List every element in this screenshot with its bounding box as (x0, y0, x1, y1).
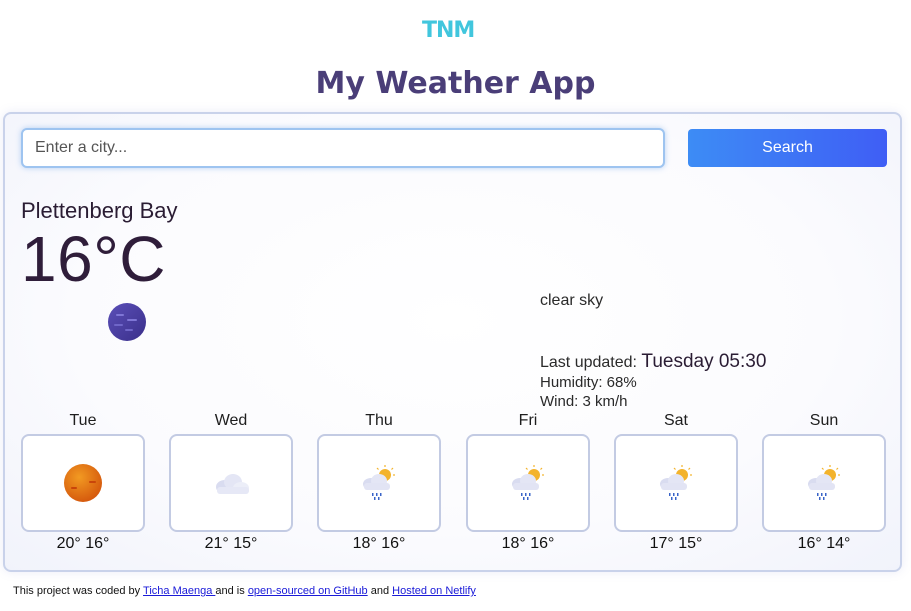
forecast-day-name: Fri (518, 412, 538, 429)
footer-text: and is (215, 585, 248, 597)
logo-text: TNM (422, 18, 475, 43)
forecast-day-name: Sun (809, 412, 839, 429)
forecast-temperatures: 18° 16° (352, 535, 406, 552)
netlify-link[interactable]: Hosted on Netlify (392, 585, 476, 597)
forecast-day-card (614, 434, 738, 532)
moon-night-icon (108, 303, 146, 341)
search-button[interactable]: Search (688, 129, 887, 167)
forecast-day: Thu 18° 16° (317, 412, 441, 558)
current-temperature: 16°C (21, 223, 166, 295)
forecast-day-card (466, 434, 590, 532)
author-link[interactable]: Ticha Maenga (143, 585, 215, 597)
forecast-day-card (21, 434, 145, 532)
weather-description: clear sky (540, 292, 604, 309)
sun-rain-cloud-icon (660, 465, 692, 500)
forecast-day-card (762, 434, 886, 532)
city-name: Plettenberg Bay (21, 198, 178, 223)
forecast-day: Tue 20° 16° (21, 412, 145, 558)
last-updated-value: Tuesday 05:30 (641, 351, 767, 372)
forecast-day-name: Thu (365, 412, 393, 429)
sun-rain-cloud-icon (512, 465, 544, 500)
wind-speed: Wind: 3 km/h (540, 393, 628, 410)
humidity: Humidity: 68% (540, 374, 637, 391)
forecast-day: Fri 18° 16° (466, 412, 590, 558)
forecast-day: Wed 21° 15° (169, 412, 293, 558)
sun-rain-cloud-icon (363, 465, 395, 500)
footer: This project was coded by Ticha Maenga a… (13, 585, 476, 597)
forecast-temperatures: 16° 14° (797, 535, 851, 552)
forecast-temperatures: 21° 15° (204, 535, 258, 552)
weather-card: Search Plettenberg Bay 16°C clear sky La… (3, 112, 902, 572)
forecast-temperatures: 17° 15° (649, 535, 703, 552)
last-updated-label: Last updated: (540, 354, 642, 371)
forecast-temperatures: 20° 16° (56, 535, 110, 552)
forecast-day: Sun 16° 14° (762, 412, 886, 558)
forecast-day: Sat 17° 15° (614, 412, 738, 558)
github-link[interactable]: open-sourced on GitHub (248, 585, 368, 597)
sun-rain-cloud-icon (808, 465, 840, 500)
sun-icon (64, 464, 102, 502)
forecast-row: Tue 20° 16° Wed 21° 15° Thu 18° 16° Fri … (21, 412, 887, 558)
footer-text: This project was coded by (13, 585, 144, 597)
forecast-day-name: Tue (69, 412, 97, 429)
city-search-input[interactable] (21, 128, 665, 168)
forecast-day-name: Wed (214, 412, 248, 429)
forecast-day-card (169, 434, 293, 532)
forecast-day-name: Sat (663, 412, 688, 429)
forecast-day-card (317, 434, 441, 532)
footer-text: and (367, 585, 393, 597)
forecast-temperatures: 18° 16° (501, 535, 555, 552)
cloud-icon (216, 474, 249, 494)
last-updated: Last updated: Tuesday 05:30 (540, 351, 766, 373)
page-title: My Weather App (315, 66, 596, 101)
app-logo: TNM (422, 18, 476, 48)
